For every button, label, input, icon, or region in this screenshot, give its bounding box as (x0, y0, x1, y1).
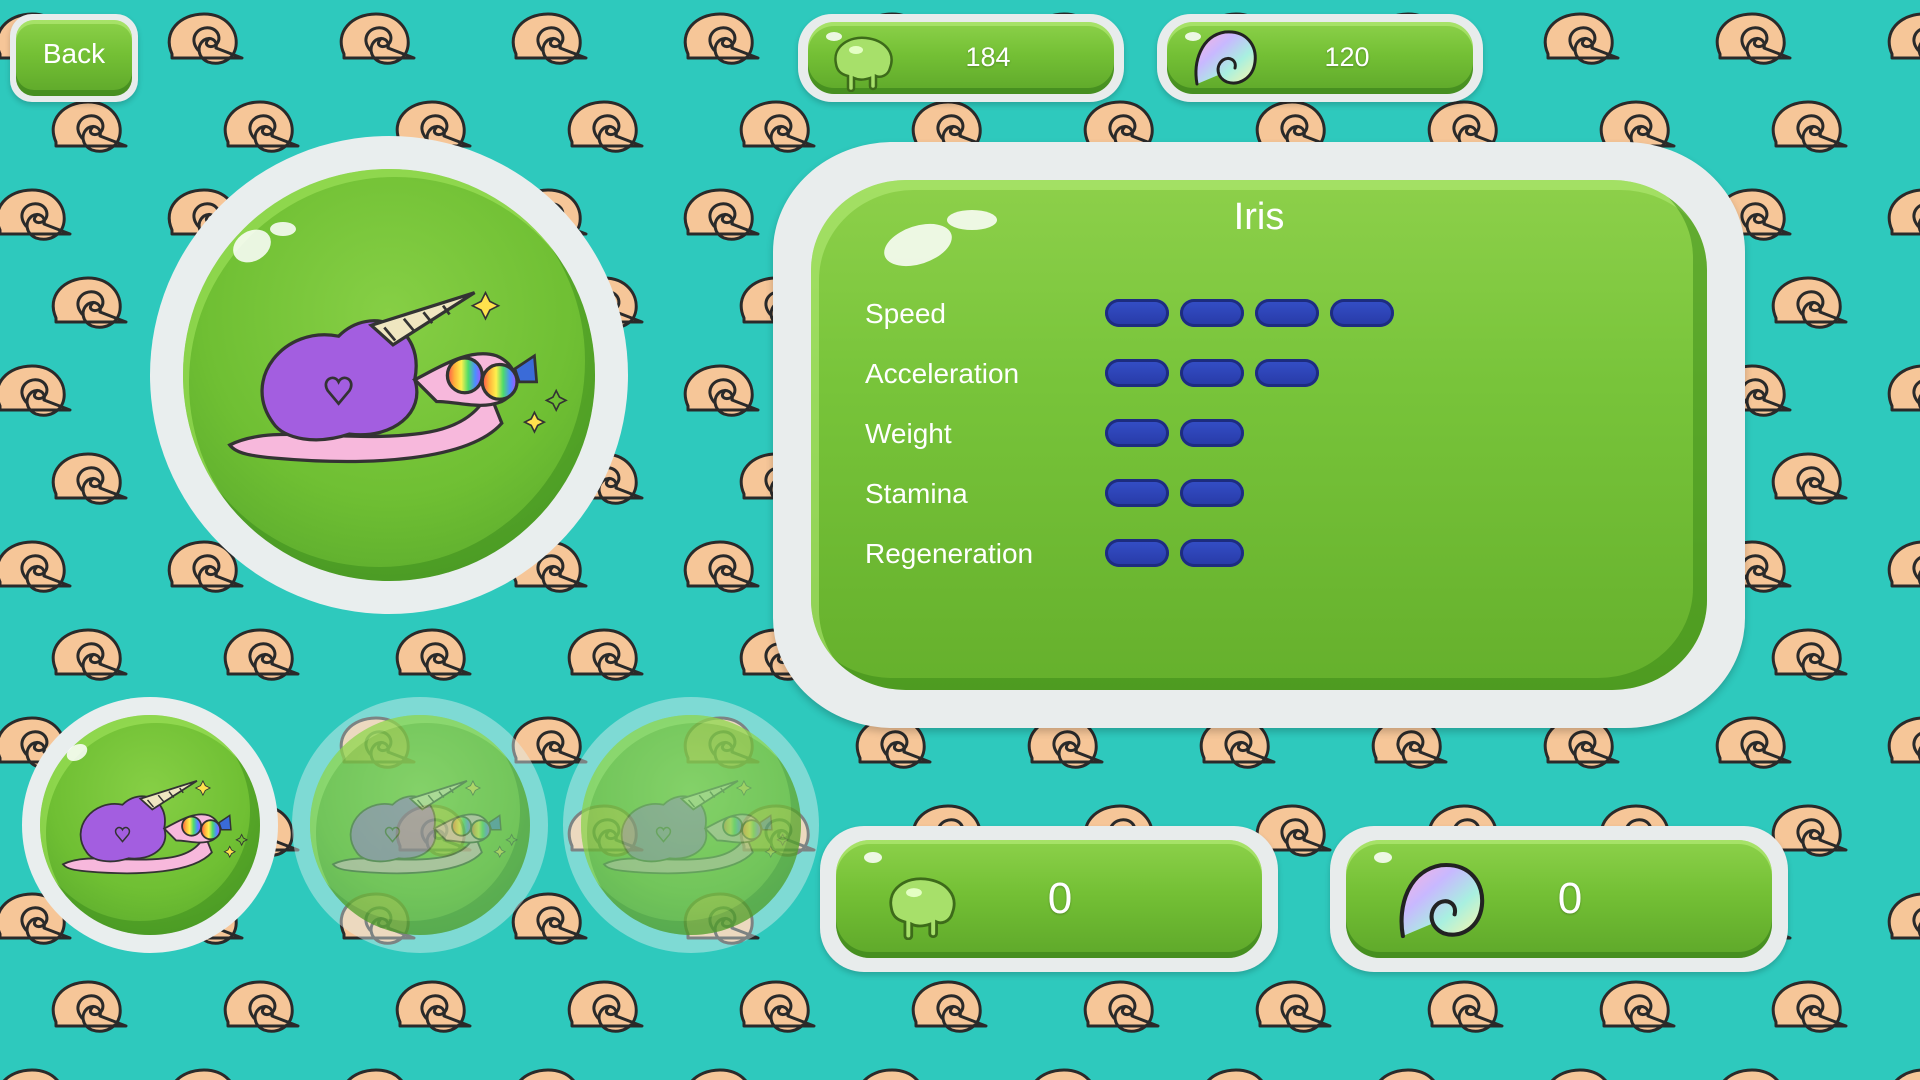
stat-bar-segment (1180, 419, 1244, 447)
stat-bar-segment (1255, 359, 1319, 387)
back-button[interactable]: Back (10, 14, 138, 102)
snail-stats-panel: Iris Speed Acceleration Weight Stamina R… (773, 142, 1745, 728)
stat-label: Regeneration (865, 538, 1034, 569)
snail-name: Iris (1233, 196, 1285, 238)
stat-label: Weight (865, 418, 952, 449)
stat-bar-segment (1105, 419, 1169, 447)
stat-bar-segment (1180, 359, 1244, 387)
rainbow-shell-icon (1399, 863, 1485, 939)
slime-counter: 184 (798, 14, 1124, 102)
slime-cost-button[interactable]: 0 (820, 826, 1278, 972)
rainbow-shell-icon (1194, 30, 1257, 86)
stat-bar-segment (1105, 359, 1169, 387)
stat-bar-segment (1105, 299, 1169, 327)
shell-cost: 0 (1557, 874, 1583, 923)
stat-label: Stamina (865, 478, 968, 509)
stat-bar-segment (1180, 299, 1244, 327)
selected-snail-portrait (150, 136, 628, 614)
slime-count: 184 (965, 42, 1011, 72)
unicorn-snail-image (602, 780, 789, 875)
slime-icon (889, 877, 956, 940)
shell-counter: 120 (1157, 14, 1483, 102)
stat-bar-segment (1105, 479, 1169, 507)
unicorn-snail-image (227, 290, 568, 463)
shell-cost-button[interactable]: 0 (1330, 826, 1788, 972)
snail-slot-3-locked[interactable] (563, 697, 819, 953)
snail-slot-1[interactable] (22, 697, 278, 953)
back-button-label: Back (42, 38, 106, 69)
slime-cost: 0 (1047, 874, 1073, 923)
stat-bar-segment (1330, 299, 1394, 327)
stat-bar-segment (1255, 299, 1319, 327)
stat-bar-segment (1180, 539, 1244, 567)
stat-bar-segment (1180, 479, 1244, 507)
unicorn-snail-image (61, 780, 248, 875)
stat-label: Acceleration (865, 358, 1020, 389)
stat-bar-segment (1105, 539, 1169, 567)
stat-label: Speed (865, 298, 946, 329)
snail-slot-2-locked[interactable] (292, 697, 548, 953)
slime-icon (834, 36, 893, 92)
unicorn-snail-image (331, 780, 518, 875)
shell-count: 120 (1324, 42, 1370, 72)
